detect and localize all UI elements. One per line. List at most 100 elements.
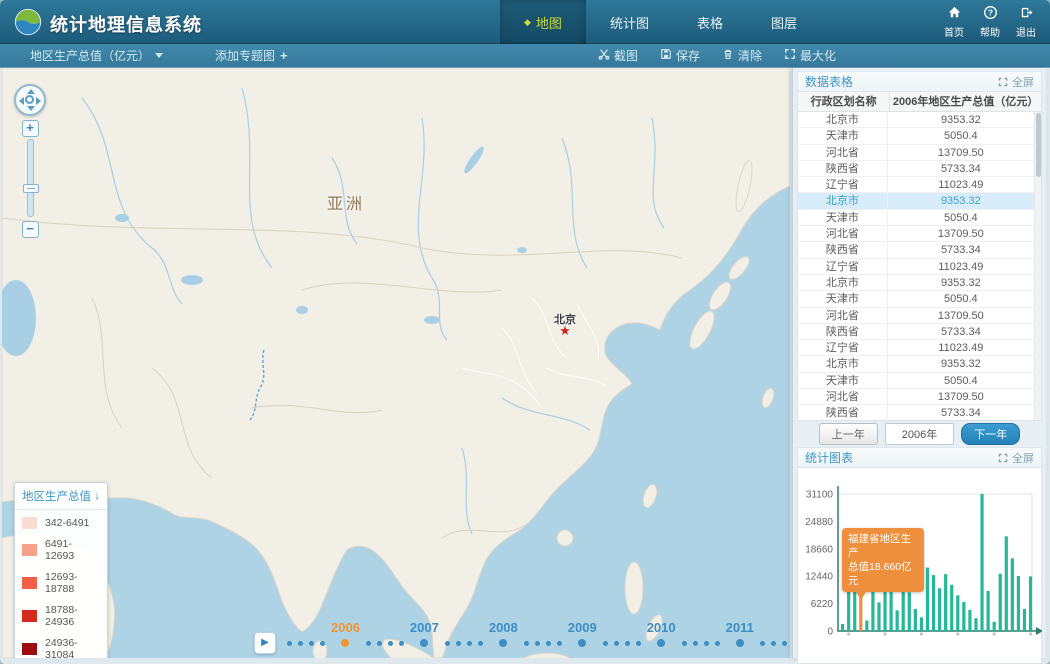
timeline-tick-dot[interactable] — [760, 641, 765, 646]
table-row-selected[interactable]: 北京市9353.32 — [798, 193, 1034, 209]
next-year-button[interactable]: 下一年 — [961, 423, 1020, 445]
table-row[interactable]: 北京市9353.32 — [798, 275, 1034, 291]
timeline-tick-dot[interactable] — [625, 641, 630, 646]
table-row[interactable]: 辽宁省11023.49 — [798, 340, 1034, 356]
beijing-marker[interactable]: 北京 ★ — [554, 311, 576, 335]
zoom-slider-track[interactable] — [27, 139, 34, 217]
bar[interactable] — [926, 568, 929, 631]
bar[interactable] — [974, 618, 977, 631]
bar[interactable] — [993, 622, 996, 631]
timeline-tick-dot[interactable] — [399, 641, 404, 646]
bar[interactable] — [877, 602, 880, 631]
timeline-year-2008[interactable]: 2008 — [489, 620, 518, 656]
timeline-tick-dot[interactable] — [309, 641, 314, 646]
table-row[interactable]: 河北省13709.50 — [798, 226, 1034, 242]
bar[interactable] — [938, 588, 941, 631]
table-row[interactable]: 河北省13709.50 — [798, 389, 1034, 405]
table-row[interactable]: 天津市5050.4 — [798, 291, 1034, 307]
bar[interactable] — [865, 620, 868, 631]
timeline-tick-dot[interactable] — [366, 641, 371, 646]
bar[interactable] — [1029, 576, 1032, 631]
bar[interactable] — [896, 610, 899, 631]
trash-action-button[interactable]: 清除 — [722, 47, 762, 64]
help-button[interactable]: ?帮助 — [980, 5, 1000, 39]
timeline-tick-dot[interactable] — [715, 641, 720, 646]
timeline-tick-dot[interactable] — [636, 641, 641, 646]
timeline-tick-dot[interactable] — [782, 641, 787, 646]
pan-center-icon[interactable] — [25, 95, 34, 104]
table-row[interactable]: 陕西省5733.34 — [798, 324, 1034, 340]
timeline-tick-dot[interactable] — [377, 641, 382, 646]
bar[interactable] — [920, 617, 923, 631]
exit-button[interactable]: 退出 — [1016, 5, 1036, 39]
timeline-tick-dot[interactable] — [603, 641, 608, 646]
bar-chart[interactable]: 福建省地区生产 总值18.660亿元 062201244018660248803… — [797, 468, 1042, 664]
home-button[interactable]: 首页 — [944, 5, 964, 39]
table-row[interactable]: 天津市5050.4 — [798, 210, 1034, 226]
pan-right-icon[interactable] — [36, 97, 41, 105]
timeline-tick-dot[interactable] — [682, 641, 687, 646]
bar[interactable] — [1017, 576, 1020, 631]
table-scrollbar[interactable] — [1034, 112, 1041, 420]
zoom-out-button[interactable]: − — [22, 221, 39, 238]
timeline-tick-dot[interactable] — [693, 641, 698, 646]
timeline-tick-dot[interactable] — [557, 641, 562, 646]
timeline-tick-dot[interactable] — [535, 641, 540, 646]
previous-year-button[interactable]: 上一年 — [819, 423, 878, 445]
maximize-action-button[interactable]: 最大化 — [784, 47, 836, 64]
bar[interactable] — [871, 590, 874, 631]
timeline-tick-dot[interactable] — [298, 641, 303, 646]
bar[interactable] — [987, 591, 990, 631]
table-scrollbar-thumb[interactable] — [1036, 113, 1041, 177]
tab-layers[interactable]: 图层 — [747, 0, 821, 44]
table-row[interactable]: 河北省13709.50 — [798, 308, 1034, 324]
table-row[interactable]: 辽宁省11023.49 — [798, 177, 1034, 193]
timeline-play-button[interactable]: ▶ — [254, 632, 276, 654]
bar[interactable] — [956, 595, 959, 631]
zoom-slider-handle[interactable] — [23, 184, 39, 193]
table-row[interactable]: 陕西省5733.34 — [798, 242, 1034, 258]
timeline-year-2007[interactable]: 2007 — [410, 620, 439, 656]
timeline-tick-dot[interactable] — [320, 641, 325, 646]
bar[interactable] — [962, 602, 965, 631]
chart-fullscreen-button[interactable]: 全屏 — [998, 450, 1034, 466]
timeline-tick-dot[interactable] — [388, 641, 393, 646]
bar[interactable] — [1005, 536, 1008, 631]
table-row[interactable]: 北京市9353.32 — [798, 112, 1034, 128]
table-row[interactable]: 辽宁省11023.49 — [798, 259, 1034, 275]
pan-left-icon[interactable] — [19, 97, 24, 105]
data-table-fullscreen-button[interactable]: 全屏 — [998, 74, 1034, 90]
timeline-tick-dot[interactable] — [524, 641, 529, 646]
bar[interactable] — [914, 609, 917, 631]
timeline-tick-dot[interactable] — [445, 641, 450, 646]
tab-map[interactable]: ◆地图 — [500, 0, 586, 44]
table-row[interactable]: 河北省13709.50 — [798, 145, 1034, 161]
bar[interactable] — [950, 585, 953, 631]
tab-table[interactable]: 表格 — [673, 0, 747, 44]
timeline-tick-dot[interactable] — [546, 641, 551, 646]
bar[interactable] — [908, 592, 911, 631]
bar[interactable] — [1011, 558, 1014, 631]
table-row[interactable]: 陕西省5733.34 — [798, 161, 1034, 177]
map-viewport[interactable]: 亚洲 北京 ★ + − 地区生产总值 ↓ — [2, 68, 790, 658]
timeline-year-2009[interactable]: 2009 — [568, 620, 597, 656]
save-action-button[interactable]: 保存 — [660, 47, 700, 64]
legend-collapse-icon[interactable]: ↓ — [94, 490, 100, 502]
zoom-in-button[interactable]: + — [22, 120, 39, 137]
timeline-tick-dot[interactable] — [478, 641, 483, 646]
add-thematic-map-button[interactable]: 添加专题图 + — [215, 47, 288, 64]
timeline-tick-dot[interactable] — [287, 641, 292, 646]
bar[interactable] — [841, 624, 844, 631]
bar[interactable] — [944, 574, 947, 631]
pan-down-icon[interactable] — [27, 106, 35, 111]
timeline-year-2010[interactable]: 2010 — [647, 620, 676, 656]
layer-selector-dropdown[interactable]: 地区生产总值（亿元） — [30, 47, 163, 64]
timeline-year-2011[interactable]: 2011 — [726, 620, 754, 656]
scissors-action-button[interactable]: 截图 — [598, 47, 638, 64]
table-row[interactable]: 天津市5050.4 — [798, 373, 1034, 389]
pan-control[interactable] — [14, 84, 46, 116]
asia-map[interactable] — [2, 68, 790, 658]
table-row[interactable]: 陕西省5733.34 — [798, 405, 1034, 420]
bar[interactable] — [999, 574, 1002, 631]
tab-chart[interactable]: 统计图 — [586, 0, 673, 44]
